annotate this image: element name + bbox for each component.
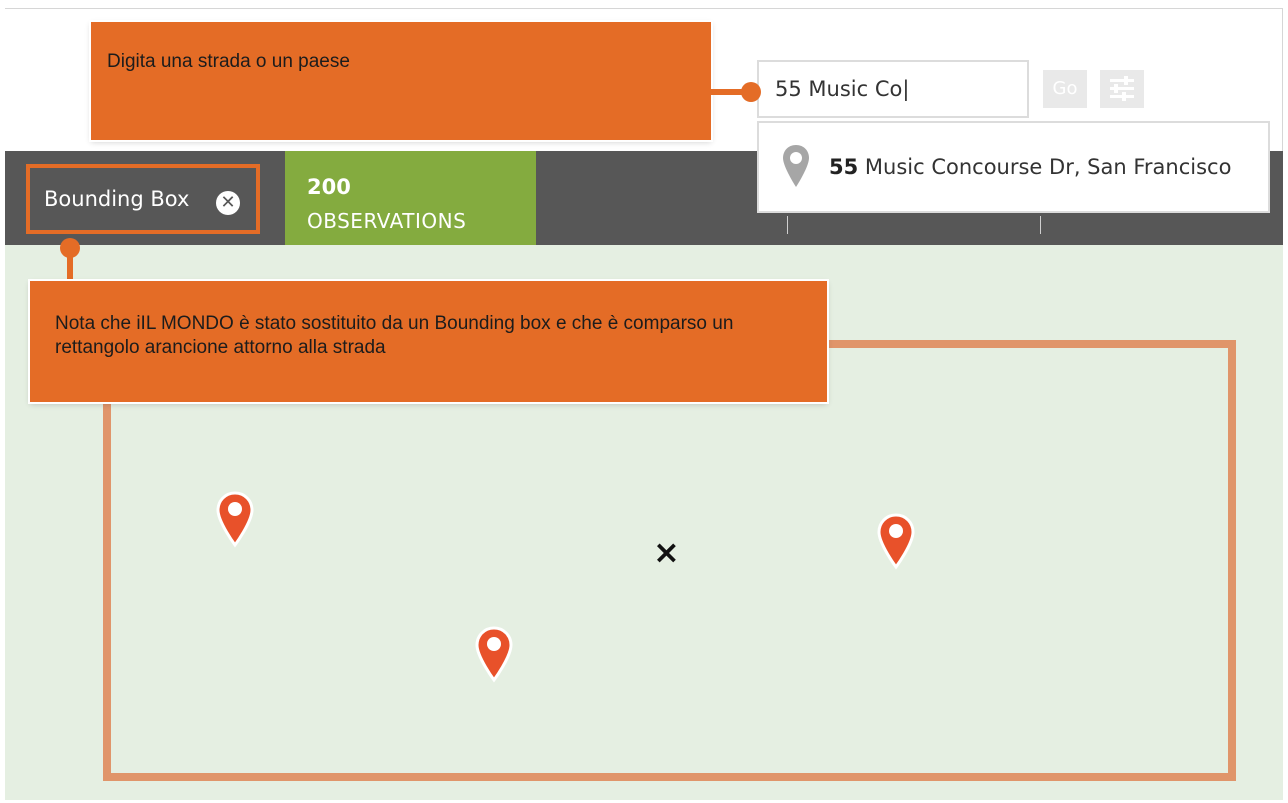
sliders-icon [1110, 76, 1134, 101]
close-circle-icon[interactable]: ✕ [216, 191, 240, 215]
observations-label: OBSERVATIONS [307, 209, 467, 233]
nav-divider [787, 216, 788, 234]
filter-button[interactable] [1100, 70, 1144, 108]
go-button[interactable]: Go [1043, 70, 1087, 108]
bounding-box-note-callout: Nota che iIL MONDO è stato sostituito da… [30, 281, 827, 402]
search-hint-callout: Digita una strada o un paese [91, 22, 711, 140]
suggestion-text: 55 Music Concourse Dr, San Francisco [829, 155, 1231, 179]
map-pin-icon[interactable] [216, 491, 254, 549]
map-pin-icon[interactable] [475, 626, 513, 684]
nav-divider [1040, 216, 1041, 234]
search-hint-text: Digita una strada o un paese [107, 51, 350, 72]
suggestion-bold: 55 [829, 155, 859, 179]
search-suggestion[interactable]: 55 Music Concourse Dr, San Francisco [757, 121, 1270, 213]
observations-panel[interactable]: 200 OBSERVATIONS [285, 151, 536, 245]
observations-count: 200 [307, 175, 351, 199]
location-pin-icon [783, 145, 809, 187]
chip-label: Bounding Box [44, 187, 190, 211]
bounding-box-note-text: Nota che iIL MONDO è stato sostituito da… [55, 313, 734, 358]
suggestion-rest: Music Concourse Dr, San Francisco [858, 155, 1232, 179]
search-input[interactable] [757, 60, 1029, 118]
callout-dot [741, 82, 761, 102]
center-marker-icon: × [653, 533, 680, 571]
map-pin-icon[interactable] [877, 513, 915, 571]
callout-dot [60, 238, 80, 258]
